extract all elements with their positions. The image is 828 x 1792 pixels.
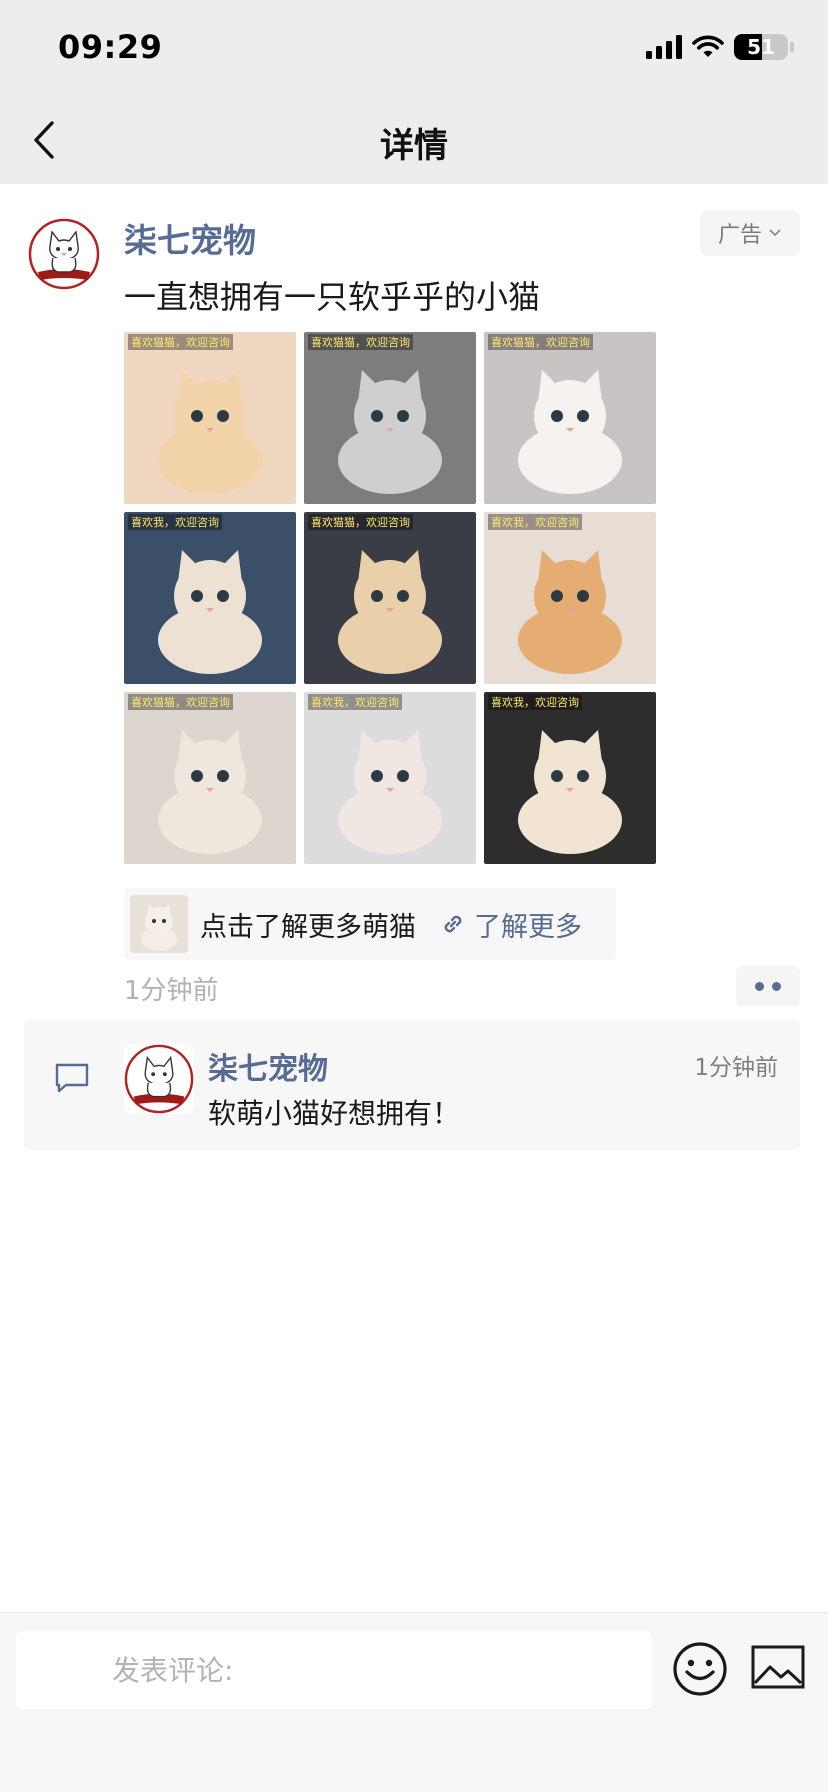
photo-caption: 喜欢猫猫，欢迎咨询 xyxy=(488,334,593,350)
wifi-icon xyxy=(692,35,724,57)
status-time: 09:29 xyxy=(58,28,163,66)
cat-photo[interactable]: 喜欢我，欢迎咨询 xyxy=(484,512,656,684)
cat-photo[interactable]: 喜欢我，欢迎咨询 xyxy=(304,692,476,864)
cat-photo-image xyxy=(304,332,476,504)
cat-photo-image xyxy=(484,692,656,864)
cat-photo[interactable]: 喜欢猫猫，欢迎咨询 xyxy=(124,332,296,504)
photo-caption: 喜欢我，欢迎咨询 xyxy=(488,694,582,710)
cat-photo-image xyxy=(484,512,656,684)
cat-photo-image xyxy=(124,512,296,684)
photo-caption: 喜欢猫猫，欢迎咨询 xyxy=(308,334,413,350)
photo-caption: 喜欢猫猫，欢迎咨询 xyxy=(308,514,413,530)
chevron-down-icon xyxy=(769,229,781,237)
battery-tip xyxy=(790,42,794,52)
dot-icon xyxy=(772,981,781,991)
dot-icon xyxy=(755,981,764,991)
cat-photo[interactable]: 喜欢猫猫，欢迎咨询 xyxy=(124,692,296,864)
post-text: 一直想拥有一只软乎乎的小猫 xyxy=(124,278,541,316)
photo-caption: 喜欢猫猫，欢迎咨询 xyxy=(128,334,233,350)
page-title: 详情 xyxy=(380,126,448,166)
link-thumbnail xyxy=(130,895,188,953)
battery-level: 51 xyxy=(747,35,775,59)
cat-photo-image xyxy=(304,512,476,684)
cat-photo[interactable]: 喜欢我，欢迎咨询 xyxy=(484,692,656,864)
comment-text: 软萌小猫好想拥有！ xyxy=(208,1097,461,1130)
cat-photo[interactable]: 喜欢猫猫，欢迎咨询 xyxy=(304,512,476,684)
commenter-name[interactable]: 柒七宠物 xyxy=(208,1044,328,1088)
post-timestamp: 1分钟前 xyxy=(124,976,219,1006)
ad-label: 广告 xyxy=(717,223,762,248)
link-icon xyxy=(444,915,462,933)
top-bar: 09:29 51 详情 xyxy=(0,0,828,184)
battery-icon: 51 xyxy=(734,34,788,60)
author-name[interactable]: 柒七宠物 xyxy=(124,214,256,262)
photo-caption: 喜欢猫猫，欢迎咨询 xyxy=(128,694,233,710)
comment-section: 柒七宠物 1分钟前 软萌小猫好想拥有！ xyxy=(24,1020,800,1150)
comment-bubble-icon xyxy=(55,1063,89,1093)
comment-input[interactable] xyxy=(16,1631,652,1709)
cat-logo-icon xyxy=(28,218,100,290)
cat-photo-image xyxy=(484,332,656,504)
learn-more-card[interactable]: 点击了解更多萌猫 了解更多 xyxy=(124,888,616,960)
more-actions-button[interactable] xyxy=(736,966,800,1006)
emoji-icon[interactable] xyxy=(672,1641,728,1697)
photo-caption: 喜欢我，欢迎咨询 xyxy=(488,514,582,530)
photo-caption: 喜欢我，欢迎咨询 xyxy=(308,694,402,710)
photo-grid: 喜欢猫猫，欢迎咨询 喜欢猫猫，欢迎咨询 喜欢猫猫，欢迎咨询 喜欢我，欢迎咨询 喜欢猫猫，… xyxy=(124,332,656,864)
image-icon[interactable] xyxy=(750,1643,806,1691)
link-text: 点击了解更多萌猫 xyxy=(200,911,416,943)
cat-photo-image xyxy=(124,332,296,504)
cat-logo-icon xyxy=(124,1044,194,1114)
learn-more-label: 了解更多 xyxy=(474,911,582,943)
author-avatar[interactable] xyxy=(28,218,100,290)
commenter-avatar[interactable] xyxy=(124,1044,194,1114)
cat-photo[interactable]: 喜欢猫猫，欢迎咨询 xyxy=(484,332,656,504)
ad-tag-button[interactable]: 广告 xyxy=(700,210,800,256)
cat-photo[interactable]: 喜欢我，欢迎咨询 xyxy=(124,512,296,684)
cat-photo-image xyxy=(304,692,476,864)
cat-photo[interactable]: 喜欢猫猫，欢迎咨询 xyxy=(304,332,476,504)
cat-photo-image xyxy=(124,692,296,864)
status-icons: 51 xyxy=(646,34,794,60)
comment-timestamp: 1分钟前 xyxy=(694,1055,778,1081)
learn-more-link[interactable]: 了解更多 xyxy=(440,905,582,944)
comment-input-bar xyxy=(0,1612,828,1792)
photo-caption: 喜欢我，欢迎咨询 xyxy=(128,514,222,530)
cellular-signal-icon xyxy=(646,35,682,59)
